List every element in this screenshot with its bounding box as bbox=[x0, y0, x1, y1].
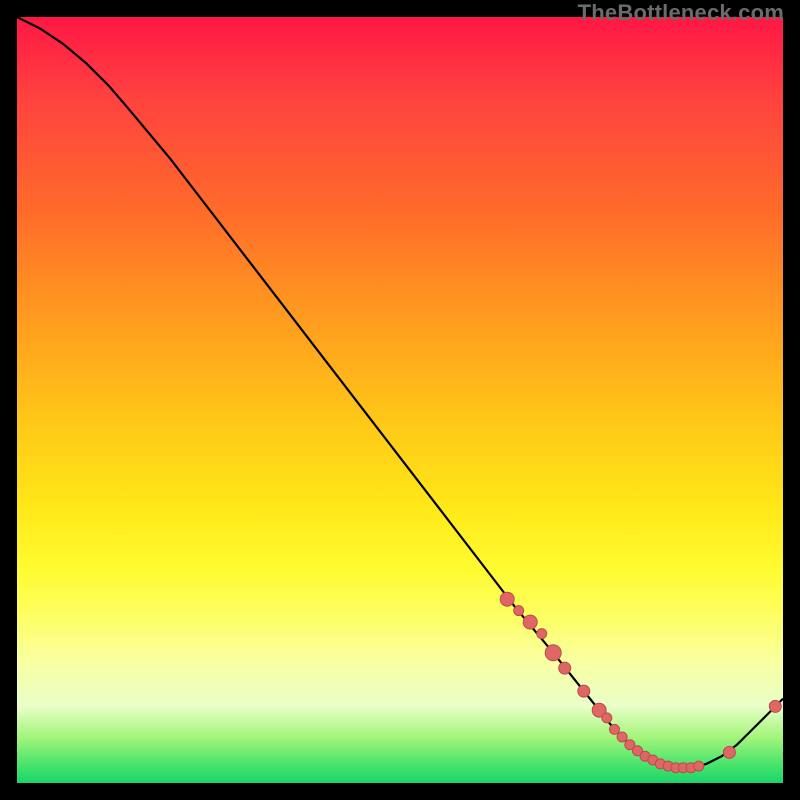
plot-area bbox=[17, 17, 783, 783]
watermark-text: TheBottleneck.com bbox=[578, 0, 784, 26]
data-point bbox=[537, 629, 547, 639]
data-point bbox=[500, 592, 514, 606]
curve-points bbox=[500, 592, 781, 773]
bottleneck-curve bbox=[17, 17, 783, 773]
curve-layer bbox=[17, 17, 783, 783]
data-point bbox=[559, 662, 571, 674]
data-point bbox=[545, 645, 561, 661]
data-point bbox=[769, 700, 781, 712]
data-point bbox=[523, 615, 537, 629]
data-point bbox=[694, 761, 704, 771]
data-point bbox=[723, 746, 735, 758]
data-point bbox=[578, 685, 590, 697]
chart-frame: TheBottleneck.com bbox=[0, 0, 800, 800]
data-point bbox=[610, 724, 620, 734]
data-point bbox=[617, 732, 627, 742]
curve-line bbox=[17, 17, 783, 768]
data-point bbox=[514, 606, 524, 616]
data-point bbox=[602, 713, 612, 723]
